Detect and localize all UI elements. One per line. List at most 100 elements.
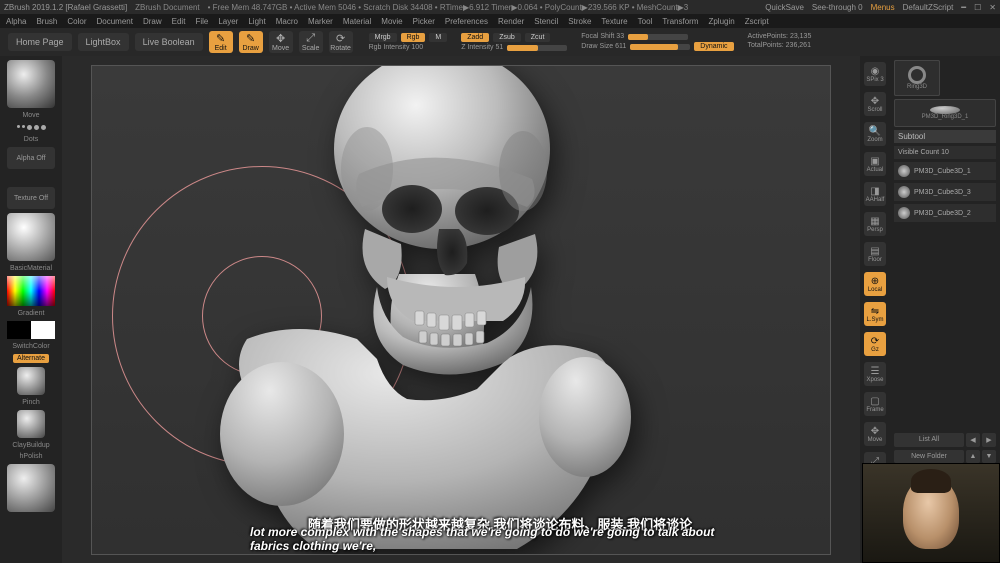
claybuildup-brush-icon[interactable] bbox=[17, 410, 45, 438]
menu-stencil[interactable]: Stencil bbox=[534, 17, 558, 26]
webcam-overlay bbox=[862, 463, 1000, 563]
swatch-black[interactable] bbox=[7, 321, 31, 339]
color-picker[interactable] bbox=[7, 276, 55, 306]
material-thumb[interactable] bbox=[7, 213, 55, 261]
zsub-chip[interactable]: Zsub bbox=[493, 33, 521, 42]
rgb-chip[interactable]: Rgb bbox=[401, 33, 426, 42]
visible-count[interactable]: Visible Count 10 bbox=[894, 146, 996, 159]
xpose-button[interactable]: ☰Xpose bbox=[864, 362, 886, 386]
menu-render[interactable]: Render bbox=[498, 17, 524, 26]
m-chip[interactable]: M bbox=[429, 33, 447, 42]
scale-button[interactable]: ⤢Scale bbox=[299, 31, 323, 53]
subtool-item-1[interactable]: PM3D_Cube3D_1 bbox=[894, 162, 996, 180]
persp-button[interactable]: ▦Persp bbox=[864, 212, 886, 236]
document-viewport[interactable] bbox=[91, 65, 831, 555]
arrow-up-icon[interactable]: ▲ bbox=[966, 450, 980, 463]
zadd-chip[interactable]: Zadd bbox=[461, 33, 489, 42]
rgb-intensity-label[interactable]: Rgb Intensity 100 bbox=[369, 44, 448, 51]
sculpt-mesh bbox=[187, 65, 647, 555]
local-button[interactable]: ⊕Local bbox=[864, 272, 886, 296]
alpha-off-button[interactable]: Alpha Off bbox=[7, 147, 55, 169]
menu-movie[interactable]: Movie bbox=[381, 17, 402, 26]
total-points: TotalPoints: 236,261 bbox=[748, 42, 812, 49]
subtool-item-3[interactable]: PM3D_Cube3D_2 bbox=[894, 204, 996, 222]
active-points: ActivePoints: 23,135 bbox=[748, 33, 812, 40]
menu-layer[interactable]: Layer bbox=[218, 17, 238, 26]
menu-marker[interactable]: Marker bbox=[308, 17, 333, 26]
hpolish-brush-icon[interactable] bbox=[7, 464, 55, 512]
z-intensity-label[interactable]: Z Intensity 51 bbox=[461, 44, 503, 51]
zoom-button[interactable]: 🔍Zoom bbox=[864, 122, 886, 146]
listall-button[interactable]: List All bbox=[894, 433, 964, 447]
subtool-header[interactable]: Subtool bbox=[894, 130, 996, 143]
texture-off-button[interactable]: Texture Off bbox=[7, 187, 55, 209]
menu-tool[interactable]: Tool bbox=[638, 17, 653, 26]
close-icon[interactable]: ✕ bbox=[989, 3, 996, 12]
menu-edit[interactable]: Edit bbox=[172, 17, 186, 26]
lsym-button[interactable]: ⇋L.Sym bbox=[864, 302, 886, 326]
presenter-face bbox=[903, 477, 959, 549]
liveboolean-button[interactable]: Live Boolean bbox=[135, 33, 203, 51]
scroll-button[interactable]: ✥Scroll bbox=[864, 92, 886, 116]
menu-alpha[interactable]: Alpha bbox=[6, 17, 26, 26]
menu-zscript[interactable]: Zscript bbox=[745, 17, 769, 26]
menu-preferences[interactable]: Preferences bbox=[445, 17, 488, 26]
quicksave-button[interactable]: QuickSave bbox=[765, 3, 804, 12]
seethrough-slider[interactable]: See-through 0 bbox=[812, 3, 863, 12]
spix-button[interactable]: ◉SPix 3 bbox=[864, 62, 886, 86]
actual-button[interactable]: ▣Actual bbox=[864, 152, 886, 176]
menu-color[interactable]: Color bbox=[67, 17, 86, 26]
default-zscript[interactable]: DefaultZScript bbox=[903, 3, 954, 12]
gz-button[interactable]: ⟳Gz bbox=[864, 332, 886, 356]
subtitle-english: lot more complex with the shapes that we… bbox=[250, 525, 750, 553]
switchcolor-label[interactable]: SwitchColor bbox=[12, 343, 49, 350]
gradient-label[interactable]: Gradient bbox=[18, 310, 45, 317]
menu-light[interactable]: Light bbox=[248, 17, 265, 26]
menu-picker[interactable]: Picker bbox=[413, 17, 435, 26]
pinch-label: Pinch bbox=[22, 399, 40, 406]
menu-texture[interactable]: Texture bbox=[601, 17, 627, 26]
move3d-button[interactable]: ✥Move bbox=[864, 422, 886, 446]
tool-thumb-ring[interactable]: Ring3D bbox=[894, 60, 940, 96]
brush-thumb[interactable] bbox=[7, 60, 55, 108]
dynamic-chip[interactable]: Dynamic bbox=[694, 42, 733, 51]
arrow-left-icon[interactable]: ◀ bbox=[966, 433, 980, 447]
minimize-icon[interactable]: ━ bbox=[961, 3, 966, 12]
swatch-white[interactable] bbox=[31, 321, 55, 339]
menu-macro[interactable]: Macro bbox=[276, 17, 298, 26]
menu-file[interactable]: File bbox=[195, 17, 208, 26]
move-button[interactable]: ✥Move bbox=[269, 31, 293, 53]
pinch-brush-icon[interactable] bbox=[17, 367, 45, 395]
menu-zplugin[interactable]: Zplugin bbox=[708, 17, 734, 26]
floor-button[interactable]: ▤Floor bbox=[864, 242, 886, 266]
tool-thumb-ring-wide[interactable]: PM3D_Ring3D_1 bbox=[894, 99, 996, 127]
draw-button[interactable]: ✎Draw bbox=[239, 31, 263, 53]
menu-document[interactable]: Document bbox=[97, 17, 133, 26]
menu-stroke[interactable]: Stroke bbox=[568, 17, 591, 26]
zcut-chip[interactable]: Zcut bbox=[525, 33, 551, 42]
newfolder-button[interactable]: New Folder bbox=[894, 450, 964, 463]
edit-button[interactable]: ✎Edit bbox=[209, 31, 233, 53]
lightbox-button[interactable]: LightBox bbox=[78, 33, 129, 51]
stroke-dots-icon[interactable] bbox=[17, 125, 46, 130]
menu-brush[interactable]: Brush bbox=[36, 17, 57, 26]
arrow-right-icon[interactable]: ▶ bbox=[982, 433, 996, 447]
menus-toggle[interactable]: Menus bbox=[871, 3, 895, 12]
aahalf-button[interactable]: ◨AAHalf bbox=[864, 182, 886, 206]
hpolish-label: hPolish bbox=[20, 453, 43, 460]
menu-material[interactable]: Material bbox=[343, 17, 371, 26]
subtool-item-2[interactable]: PM3D_Cube3D_3 bbox=[894, 183, 996, 201]
alternate-button[interactable]: Alternate bbox=[13, 354, 49, 363]
draw-size-label[interactable]: Draw Size 611 bbox=[581, 43, 626, 50]
maximize-icon[interactable]: ☐ bbox=[974, 3, 981, 12]
rotate-button[interactable]: ⟳Rotate bbox=[329, 31, 353, 53]
mrgb-chip[interactable]: Mrgb bbox=[369, 33, 397, 42]
menu-transform[interactable]: Transform bbox=[662, 17, 698, 26]
home-button[interactable]: Home Page bbox=[8, 33, 72, 51]
menu-draw[interactable]: Draw bbox=[143, 17, 162, 26]
frame-button[interactable]: ▢Frame bbox=[864, 392, 886, 416]
focal-shift-label[interactable]: Focal Shift 33 bbox=[581, 33, 624, 40]
claybuildup-label: ClayBuildup bbox=[12, 442, 49, 449]
canvas-area[interactable] bbox=[62, 56, 860, 563]
arrow-down-icon[interactable]: ▼ bbox=[982, 450, 996, 463]
